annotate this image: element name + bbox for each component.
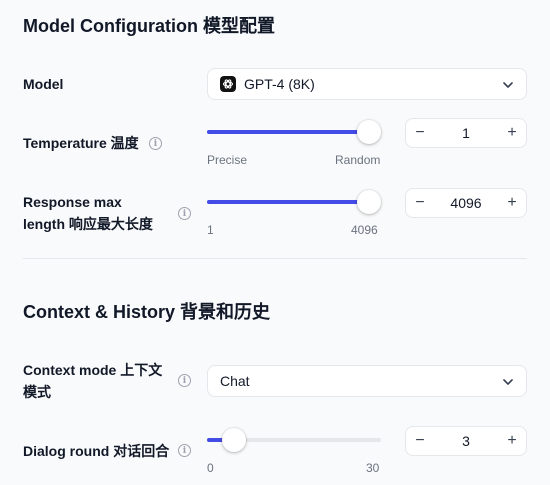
info-icon[interactable]: i: [178, 444, 191, 457]
context-history-title: Context & History 背景和历史: [23, 302, 271, 322]
max-length-max-caption: 4096: [351, 223, 378, 237]
context-mode-label-line2: 模式: [23, 384, 51, 400]
temperature-min-caption: Precise: [207, 153, 248, 167]
max-length-slider[interactable]: [207, 189, 381, 215]
section-divider: [23, 258, 527, 259]
context-mode-label: Context mode 上下文 模式: [23, 359, 162, 403]
dialog-round-stepper[interactable]: − 3 +: [405, 426, 527, 456]
slider-thumb[interactable]: [222, 428, 246, 452]
increment-button[interactable]: +: [498, 427, 526, 455]
context-mode-select[interactable]: Chat: [207, 365, 527, 397]
max-length-label-line1: Response max: [23, 194, 122, 210]
increment-button[interactable]: +: [498, 189, 526, 217]
context-mode-label-line1: Context mode 上下文: [23, 362, 163, 378]
info-icon[interactable]: i: [149, 137, 162, 150]
slider-thumb[interactable]: [357, 190, 381, 214]
increment-button[interactable]: +: [498, 119, 526, 147]
decrement-button[interactable]: −: [406, 189, 434, 217]
max-length-min-caption: 1: [207, 223, 214, 237]
temperature-label: Temperature 温度: [23, 135, 139, 151]
slider-thumb[interactable]: [357, 120, 381, 144]
openai-logo-icon: [220, 76, 236, 92]
slider-fill: [207, 200, 369, 204]
max-length-label-line2: length 响应最大长度: [23, 216, 153, 232]
chevron-down-icon: [502, 78, 514, 90]
dialog-round-min-caption: 0: [207, 461, 214, 475]
model-select-value: GPT-4 (8K): [244, 76, 315, 92]
temperature-value[interactable]: 1: [434, 125, 498, 141]
context-mode-select-value: Chat: [220, 373, 250, 389]
temperature-stepper[interactable]: − 1 +: [405, 118, 527, 148]
temperature-slider[interactable]: [207, 119, 381, 145]
dialog-round-label: Dialog round 对话回合: [23, 443, 170, 459]
model-label: Model: [23, 76, 64, 92]
chevron-down-icon: [502, 375, 514, 387]
model-config-title: Model Configuration 模型配置: [23, 16, 275, 36]
temperature-max-caption: Random: [335, 153, 381, 167]
dialog-round-value[interactable]: 3: [434, 433, 498, 449]
max-length-value[interactable]: 4096: [434, 195, 498, 211]
info-icon[interactable]: i: [178, 374, 191, 387]
max-length-label: Response max length 响应最大长度: [23, 191, 153, 235]
decrement-button[interactable]: −: [406, 119, 434, 147]
dialog-round-slider[interactable]: [207, 427, 381, 453]
decrement-button[interactable]: −: [406, 427, 434, 455]
model-select[interactable]: GPT-4 (8K): [207, 68, 527, 100]
info-icon[interactable]: i: [178, 207, 191, 220]
slider-fill: [207, 130, 369, 134]
max-length-stepper[interactable]: − 4096 +: [405, 188, 527, 218]
dialog-round-max-caption: 30: [366, 461, 380, 475]
